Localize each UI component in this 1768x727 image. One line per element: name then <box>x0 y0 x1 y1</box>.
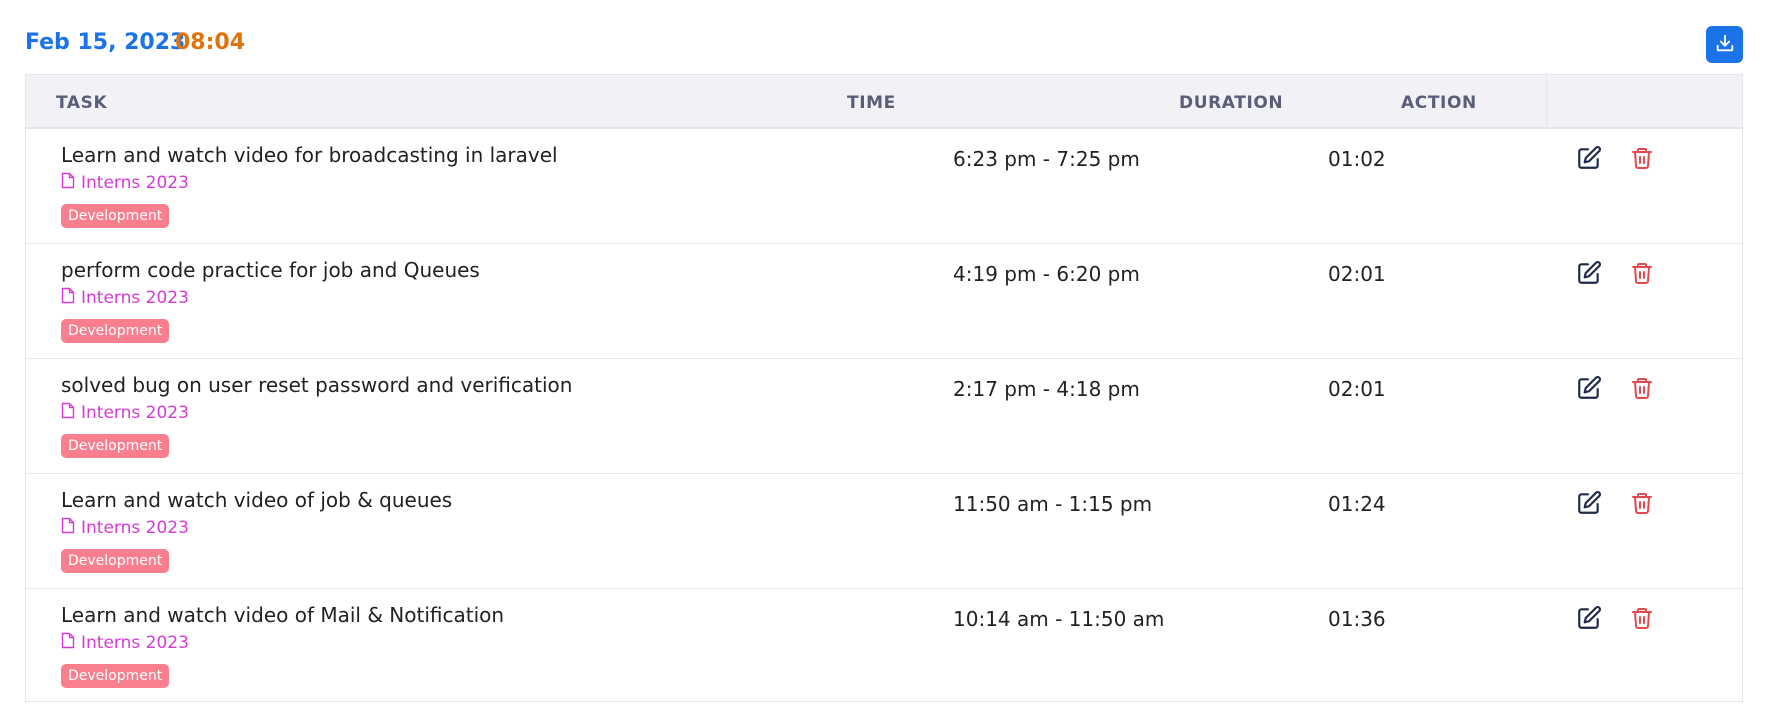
task-project[interactable]: Interns 2023 <box>61 402 189 424</box>
file-icon <box>61 632 75 654</box>
project-name: Interns 2023 <box>81 518 189 538</box>
trash-icon <box>1630 605 1654 635</box>
day-header: Feb 15, 2023 08:04 <box>25 26 1743 64</box>
category-badge: Development <box>61 549 170 573</box>
duration-value: 02:01 <box>1328 262 1386 286</box>
file-icon <box>61 172 75 194</box>
table-row: solved bug on user reset password and ve… <box>26 359 1742 474</box>
duration-value: 01:36 <box>1328 607 1386 631</box>
task-project[interactable]: Interns 2023 <box>61 172 189 194</box>
table-row: perform code practice for job and Queues… <box>26 244 1742 359</box>
column-header-action: ACTION <box>1401 93 1477 113</box>
trash-icon <box>1630 490 1654 520</box>
task-title: solved bug on user reset password and ve… <box>61 373 573 397</box>
file-icon <box>61 402 75 424</box>
trash-icon <box>1630 375 1654 405</box>
edit-icon <box>1576 490 1602 520</box>
download-icon <box>1714 32 1736 57</box>
edit-icon <box>1576 605 1602 635</box>
delete-button[interactable] <box>1627 605 1657 635</box>
delete-button[interactable] <box>1627 490 1657 520</box>
column-header-time: TIME <box>847 93 896 113</box>
table-row: Learn and watch video of job & queues In… <box>26 474 1742 589</box>
time-range: 6:23 pm - 7:25 pm <box>953 147 1140 171</box>
edit-icon <box>1576 260 1602 290</box>
edit-button[interactable] <box>1574 145 1604 175</box>
day-total-time: 08:04 <box>175 30 246 55</box>
edit-button[interactable] <box>1574 490 1604 520</box>
delete-button[interactable] <box>1627 145 1657 175</box>
delete-button[interactable] <box>1627 375 1657 405</box>
category-badge: Development <box>61 664 170 688</box>
time-range: 2:17 pm - 4:18 pm <box>953 377 1140 401</box>
duration-value: 01:24 <box>1328 492 1386 516</box>
file-icon <box>61 517 75 539</box>
project-name: Interns 2023 <box>81 633 189 653</box>
edit-button[interactable] <box>1574 375 1604 405</box>
table-row: Learn and watch video of Mail & Notifica… <box>26 589 1742 704</box>
table-row: Learn and watch video for broadcasting i… <box>26 129 1742 244</box>
time-entries-table: TASK TIME DURATION ACTION Learn and watc… <box>25 74 1743 702</box>
project-name: Interns 2023 <box>81 173 189 193</box>
time-range: 10:14 am - 11:50 am <box>953 607 1165 631</box>
table-header: TASK TIME DURATION ACTION <box>26 75 1742 129</box>
day-date: Feb 15, 2023 <box>25 30 186 55</box>
task-project[interactable]: Interns 2023 <box>61 517 189 539</box>
edit-icon <box>1576 375 1602 405</box>
column-header-duration: DURATION <box>1179 93 1284 113</box>
edit-button[interactable] <box>1574 260 1604 290</box>
task-title: Learn and watch video of job & queues <box>61 488 453 512</box>
category-badge: Development <box>61 204 170 228</box>
table-body: Learn and watch video for broadcasting i… <box>26 129 1742 704</box>
time-range: 4:19 pm - 6:20 pm <box>953 262 1140 286</box>
time-entries-page: Feb 15, 2023 08:04 TASK TIME DURATION AC… <box>0 0 1768 727</box>
edit-button[interactable] <box>1574 605 1604 635</box>
download-button[interactable] <box>1706 26 1743 63</box>
file-icon <box>61 287 75 309</box>
duration-value: 01:02 <box>1328 147 1386 171</box>
task-project[interactable]: Interns 2023 <box>61 287 189 309</box>
trash-icon <box>1630 145 1654 175</box>
project-name: Interns 2023 <box>81 288 189 308</box>
task-title: Learn and watch video of Mail & Notifica… <box>61 603 505 627</box>
task-title: perform code practice for job and Queues <box>61 258 480 282</box>
time-range: 11:50 am - 1:15 pm <box>953 492 1153 516</box>
trash-icon <box>1630 260 1654 290</box>
delete-button[interactable] <box>1627 260 1657 290</box>
edit-icon <box>1576 145 1602 175</box>
task-project[interactable]: Interns 2023 <box>61 632 189 654</box>
category-badge: Development <box>61 319 170 343</box>
column-divider <box>1546 75 1547 129</box>
category-badge: Development <box>61 434 170 458</box>
project-name: Interns 2023 <box>81 403 189 423</box>
duration-value: 02:01 <box>1328 377 1386 401</box>
column-header-task: TASK <box>56 93 108 113</box>
task-title: Learn and watch video for broadcasting i… <box>61 143 558 167</box>
